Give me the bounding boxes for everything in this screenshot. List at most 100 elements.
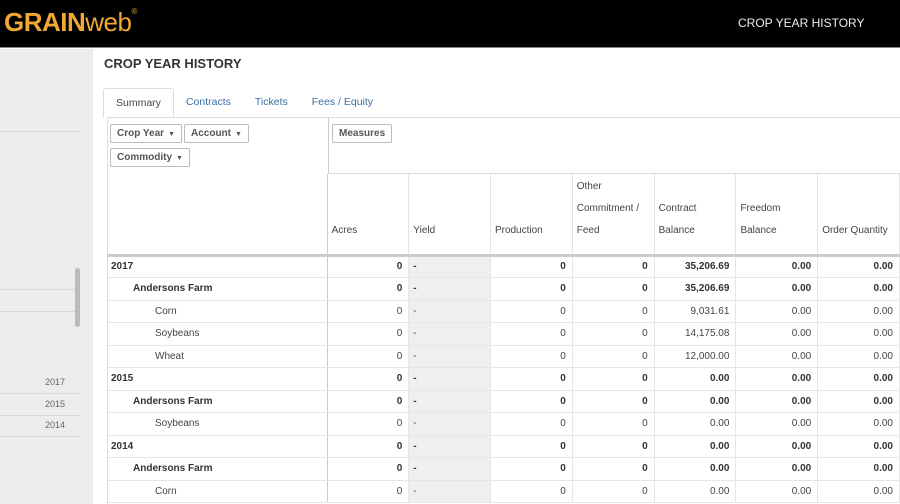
cell-yield: - (408, 300, 491, 323)
cell-production: 0 (490, 345, 573, 368)
cell-production: 0 (490, 367, 573, 391)
grainweb-logo[interactable]: GRAINweb® (4, 7, 137, 38)
header-row: Acres Yield Production Other Commitment / F… (107, 174, 900, 257)
cell-production: 0 (490, 277, 573, 301)
row-label[interactable]: Corn (107, 300, 328, 323)
cell-freedom-balance: 0.00 (735, 277, 819, 301)
cell-production: 0 (490, 412, 573, 436)
row-label[interactable]: 2017 (107, 255, 328, 278)
cell-freedom-balance: 0.00 (735, 435, 819, 458)
cell-freedom-balance: 0.00 (735, 255, 819, 278)
sidebar-scrollbar[interactable] (75, 268, 80, 327)
cell-other-commitment-feed: 0 (572, 480, 655, 503)
row-label[interactable]: Wheat (107, 345, 328, 368)
top-bar: GRAINweb® CROP YEAR HISTORY (0, 0, 900, 48)
cell-order-quantity: 0.00 (817, 277, 900, 301)
cell-order-quantity: 0.00 (817, 322, 900, 346)
cell-contract-balance: 35,206.69 (654, 277, 737, 301)
cell-acres: 0 (327, 435, 410, 458)
cell-other-commitment-feed: 0 (572, 322, 655, 346)
cell-contract-balance: 9,031.61 (654, 300, 737, 323)
cell-acres: 0 (327, 367, 410, 391)
tab-summary[interactable]: Summary (103, 88, 174, 118)
cell-other-commitment-feed: 0 (572, 255, 655, 278)
account-filter-button[interactable]: Account ▼ (184, 124, 249, 143)
table-row: 2014 0-0 0 0.00 0.00 0.00 (107, 435, 900, 458)
commodity-filter-button[interactable]: Commodity ▼ (110, 148, 190, 167)
cell-contract-balance: 35,206.69 (654, 255, 737, 278)
measures-button[interactable]: Measures (332, 124, 393, 143)
tab-bar: Summary Contracts Tickets Fees / Equity (103, 88, 385, 118)
cell-order-quantity: 0.00 (817, 480, 900, 503)
cell-freedom-balance: 0.00 (735, 390, 819, 413)
cell-yield: - (408, 412, 491, 436)
cell-production: 0 (490, 435, 573, 458)
table-row: Soybeans 0-0 0 0.00 0.00 0.00 (107, 412, 900, 436)
cell-contract-balance: 0.00 (654, 367, 737, 391)
row-label[interactable]: 2015 (107, 367, 328, 391)
row-label[interactable]: Andersons Farm (107, 277, 328, 301)
column-header[interactable]: Contract Balance (654, 174, 737, 257)
cell-acres: 0 (327, 322, 410, 346)
cell-yield: - (408, 457, 491, 481)
cell-other-commitment-feed: 0 (572, 277, 655, 301)
row-label[interactable]: Corn (107, 480, 328, 503)
cell-contract-balance: 0.00 (654, 412, 737, 436)
cell-yield: - (408, 322, 491, 346)
cell-order-quantity: 0.00 (817, 390, 900, 413)
row-label[interactable]: Andersons Farm (107, 457, 328, 481)
cell-yield: - (408, 480, 491, 503)
caret-down-icon: ▼ (176, 155, 183, 162)
cell-acres: 0 (327, 277, 410, 301)
page-title: CROP YEAR HISTORY (104, 56, 242, 71)
tab-fees-equity[interactable]: Fees / Equity (300, 88, 385, 118)
cell-order-quantity: 0.00 (817, 457, 900, 481)
header-title: CROP YEAR HISTORY (738, 16, 865, 30)
cell-production: 0 (490, 457, 573, 481)
logo-light: web (85, 7, 132, 37)
cell-order-quantity: 0.00 (817, 435, 900, 458)
cell-order-quantity: 0.00 (817, 367, 900, 391)
sidebar-year-2014[interactable]: 2014 (45, 420, 65, 430)
sidebar-year-2015[interactable]: 2015 (45, 399, 65, 409)
cell-other-commitment-feed: 0 (572, 367, 655, 391)
cell-production: 0 (490, 390, 573, 413)
button-label: Account (191, 128, 231, 139)
cell-acres: 0 (327, 345, 410, 368)
column-header[interactable]: Order Quantity (817, 174, 900, 257)
row-label[interactable]: 2014 (107, 435, 328, 458)
crop-year-filter-button[interactable]: Crop Year ▼ (110, 124, 182, 143)
cell-acres: 0 (327, 300, 410, 323)
caret-down-icon: ▼ (235, 131, 242, 138)
cell-other-commitment-feed: 0 (572, 457, 655, 481)
cell-yield: - (408, 390, 491, 413)
row-label[interactable]: Soybeans (107, 322, 328, 346)
cell-order-quantity: 0.00 (817, 345, 900, 368)
table-row: Soybeans 0-0 0 14,175.08 0.00 0.00 (107, 322, 900, 346)
row-label[interactable]: Andersons Farm (107, 390, 328, 413)
divider (0, 289, 80, 290)
row-label[interactable]: Soybeans (107, 412, 328, 436)
tab-tickets[interactable]: Tickets (243, 88, 300, 118)
divider (0, 311, 80, 312)
column-header[interactable]: Freedom Balance (735, 174, 819, 257)
cell-other-commitment-feed: 0 (572, 345, 655, 368)
pivot-table: Acres Yield Production Other Commitment / F… (107, 174, 900, 503)
logo-mark: ® (131, 7, 137, 16)
column-header[interactable]: Yield (408, 174, 491, 257)
table-row: Wheat 0-0 0 12,000.00 0.00 0.00 (107, 345, 900, 368)
cell-yield: - (408, 277, 491, 301)
column-header[interactable]: Other Commitment / Feed (572, 174, 655, 257)
cell-other-commitment-feed: 0 (572, 412, 655, 436)
column-header[interactable]: Production (490, 174, 573, 257)
cell-order-quantity: 0.00 (817, 300, 900, 323)
cell-order-quantity: 0.00 (817, 255, 900, 278)
column-header[interactable]: Acres (327, 174, 410, 257)
sidebar-year-2017[interactable]: 2017 (45, 377, 65, 387)
cell-freedom-balance: 0.00 (735, 480, 819, 503)
table-row: Andersons Farm 0-0 0 35,206.69 0.00 0.00 (107, 277, 900, 301)
tab-contracts[interactable]: Contracts (174, 88, 243, 118)
table-row: Corn 0-0 0 0.00 0.00 0.00 (107, 480, 900, 503)
divider (0, 131, 80, 132)
cell-production: 0 (490, 300, 573, 323)
